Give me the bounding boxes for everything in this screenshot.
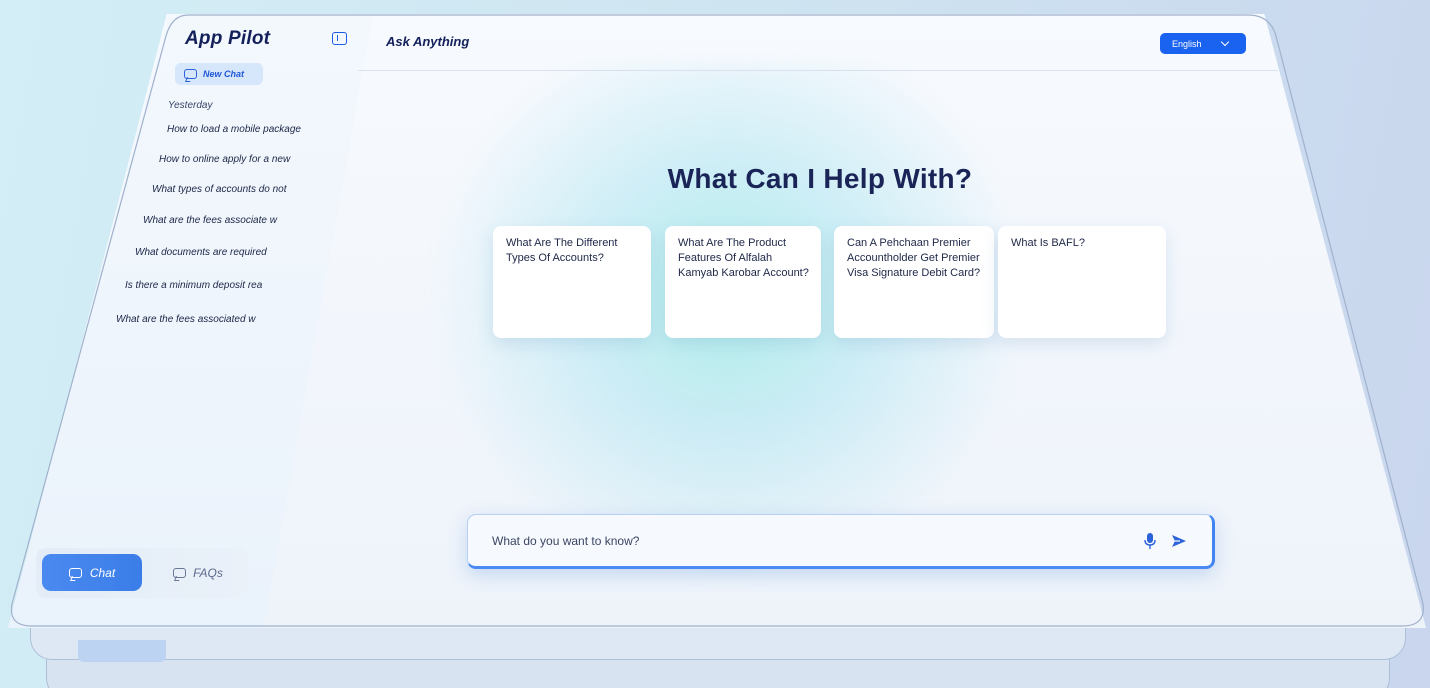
language-value: English bbox=[1172, 38, 1202, 49]
suggestion-card[interactable]: What Are The Product Features Of Alfalah… bbox=[665, 226, 821, 338]
history-item[interactable]: What are the fees associated w bbox=[116, 314, 284, 325]
history-item[interactable]: How to load a mobile package bbox=[167, 124, 313, 135]
faq-icon bbox=[173, 568, 187, 578]
send-icon[interactable] bbox=[1171, 533, 1187, 549]
nav-chat-tab[interactable]: Chat bbox=[42, 554, 142, 591]
collapse-sidebar-icon[interactable] bbox=[332, 32, 347, 45]
language-select[interactable]: English bbox=[1160, 33, 1246, 54]
history-section-label: Yesterday bbox=[168, 100, 213, 111]
history-item[interactable]: What types of accounts do not bbox=[152, 184, 306, 195]
suggestion-card[interactable]: What Is BAFL? bbox=[998, 226, 1166, 338]
chat-icon bbox=[68, 567, 82, 578]
chat-input[interactable] bbox=[492, 533, 1112, 549]
history-item[interactable]: How to online apply for a new bbox=[159, 154, 309, 165]
chevron-down-icon bbox=[1220, 37, 1229, 47]
new-chat-label: New Chat bbox=[203, 69, 245, 79]
welcome-headline: What Can I Help With? bbox=[667, 163, 973, 194]
suggestion-card[interactable]: What Are The Different Types Of Accounts… bbox=[493, 226, 651, 338]
nav-chat-label: Chat bbox=[89, 565, 116, 580]
history-item[interactable]: What are the fees associate w bbox=[143, 215, 301, 226]
history-item[interactable]: Is there a minimum deposit rea bbox=[125, 280, 287, 291]
page-title: Ask Anything bbox=[386, 34, 470, 49]
header-divider bbox=[358, 70, 1278, 71]
chat-input-bar bbox=[467, 514, 1215, 569]
history-item[interactable]: What documents are required bbox=[135, 247, 285, 258]
nav-faqs-tab[interactable]: FAQs bbox=[158, 559, 238, 587]
new-chat-button[interactable]: New Chat bbox=[175, 63, 263, 85]
brand-logo: App Pilot bbox=[185, 28, 271, 49]
microphone-icon[interactable] bbox=[1144, 532, 1156, 550]
new-chat-icon bbox=[184, 69, 197, 79]
suggestion-card[interactable]: Can A Pehchaan Premier Accountholder Get… bbox=[834, 226, 994, 338]
stack-layer-tab bbox=[78, 640, 166, 662]
nav-faqs-label: FAQs bbox=[193, 566, 223, 580]
